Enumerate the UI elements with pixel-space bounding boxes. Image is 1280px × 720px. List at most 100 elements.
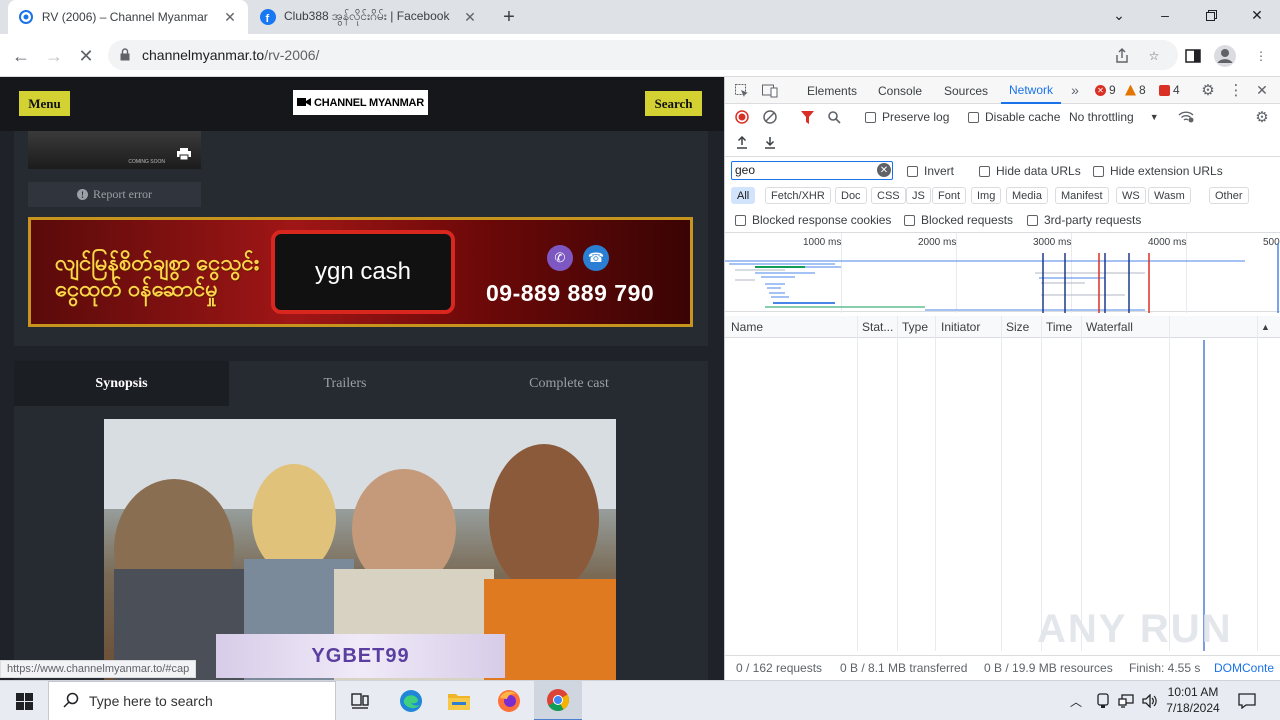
menu-button[interactable]: Menu — [19, 91, 70, 116]
checkbox-box[interactable] — [1093, 165, 1104, 177]
checkbox-box[interactable] — [865, 111, 876, 123]
print-icon[interactable] — [177, 148, 191, 163]
record-stop-icon[interactable] — [734, 109, 750, 125]
search-button[interactable]: Search — [645, 91, 702, 116]
type-filter-doc[interactable]: Doc — [835, 187, 867, 204]
address-bar[interactable]: channelmyanmar.to/rv-2006/ — [108, 40, 1178, 70]
ygn-cash-banner-ad[interactable]: လျင်မြန်စိတ်ချစွာ ငွေသွင်းငွေထုတ် ဝန်ဆော… — [28, 217, 693, 327]
profile-avatar-icon[interactable] — [1212, 43, 1238, 69]
back-icon[interactable]: ← — [8, 43, 34, 69]
devtools-tab-console[interactable]: Console — [878, 77, 922, 104]
type-filter-wasm[interactable]: Wasm — [1148, 187, 1191, 204]
type-filter-img[interactable]: Img — [971, 187, 1002, 204]
show-hidden-icons-chevron[interactable]: ︿ — [1070, 681, 1082, 720]
devtools-tab-elements[interactable]: Elements — [807, 77, 857, 104]
video-thumbnail[interactable]: COMING SOON — [28, 131, 201, 169]
devtools-more-icon[interactable]: ⋮ — [1227, 81, 1245, 99]
column-header-waterfall[interactable]: Waterfall — [1086, 320, 1133, 334]
type-filter-all[interactable]: All — [731, 187, 756, 204]
tab-channel-myanmar[interactable]: RV (2006) – Channel Myanmar ✕ — [8, 0, 248, 34]
network-filter-input[interactable]: geo — [731, 161, 893, 180]
type-filter-font[interactable]: Font — [932, 187, 967, 204]
devtools-tab-network[interactable]: Network — [1001, 77, 1062, 104]
network-settings-gear-icon[interactable]: ⚙ — [1253, 108, 1271, 126]
type-filter-css[interactable]: CSS — [871, 187, 906, 204]
network-conditions-wifi-icon[interactable] — [1177, 108, 1195, 126]
network-tray-icon[interactable] — [1118, 681, 1134, 720]
inspect-element-icon[interactable] — [733, 82, 751, 100]
tab-facebook[interactable]: f Club388 အွန်လိုင်းဂိမ်း | Facebook ✕ — [250, 0, 492, 34]
forward-icon[interactable]: → — [41, 43, 67, 69]
type-filter-js[interactable]: JS — [906, 187, 931, 204]
task-view-icon[interactable] — [336, 681, 384, 720]
taskbar-search-box[interactable]: Type here to search — [48, 681, 336, 720]
chrome-icon[interactable] — [534, 681, 582, 720]
error-count-badge[interactable]: ✕ 9 — [1095, 83, 1116, 97]
ygbet99-ad[interactable]: YGBET99 — [216, 634, 505, 678]
devtools-settings-gear-icon[interactable]: ⚙ — [1199, 81, 1217, 99]
type-filter-ws[interactable]: WS — [1116, 187, 1146, 204]
disable-cache-checkbox[interactable]: Disable cache — [968, 110, 1060, 124]
stop-loading-icon[interactable]: ✕ — [73, 43, 99, 69]
restore-icon[interactable] — [1188, 0, 1234, 30]
notifications-icon[interactable] — [1238, 681, 1256, 720]
volume-speaker-icon[interactable] — [1142, 681, 1158, 720]
close-window-icon[interactable]: ✕ — [1234, 0, 1280, 30]
checkbox-box[interactable] — [1027, 214, 1038, 226]
checkbox-box[interactable] — [979, 165, 990, 177]
warning-count-badge[interactable]: 8 — [1125, 83, 1146, 97]
close-devtools-icon[interactable]: ✕ — [1253, 81, 1271, 99]
export-har-download-icon[interactable] — [762, 134, 778, 150]
type-filter-fetch-xhr[interactable]: Fetch/XHR — [765, 187, 831, 204]
file-explorer-icon[interactable] — [435, 681, 483, 720]
side-panel-icon[interactable] — [1180, 43, 1206, 69]
column-header-status[interactable]: Stat... — [862, 320, 893, 334]
hide-extension-urls-checkbox[interactable]: Hide extension URLs — [1093, 164, 1223, 178]
blocked-requests-checkbox[interactable]: Blocked requests — [904, 213, 1013, 227]
system-clock[interactable]: 10:01 AM 7/18/2024 — [1158, 684, 1228, 716]
report-error-button[interactable]: ! Report error — [28, 182, 201, 207]
type-filter-media[interactable]: Media — [1006, 187, 1048, 204]
start-windows-icon[interactable] — [0, 681, 48, 720]
devtools-tab-sources[interactable]: Sources — [944, 77, 988, 104]
third-party-requests-checkbox[interactable]: 3rd-party requests — [1027, 213, 1141, 227]
preserve-log-checkbox[interactable]: Preserve log — [865, 110, 949, 124]
column-header-size[interactable]: Size — [1006, 320, 1029, 334]
import-har-upload-icon[interactable] — [734, 134, 750, 150]
more-tabs-chevron-icon[interactable]: » — [1067, 81, 1083, 99]
more-options-icon[interactable]: ⋮ — [1248, 43, 1274, 69]
tab-search-icon[interactable]: ⌄ — [1096, 0, 1142, 30]
type-filter-other[interactable]: Other — [1209, 187, 1249, 204]
filter-funnel-icon[interactable] — [799, 109, 815, 125]
minimize-icon[interactable]: – — [1142, 0, 1188, 30]
column-header-time[interactable]: Time — [1046, 320, 1072, 334]
sort-ascending-icon[interactable]: ▲ — [1261, 322, 1270, 332]
issues-count-badge[interactable]: 4 — [1159, 83, 1180, 97]
clear-icon[interactable] — [762, 109, 778, 125]
device-toolbar-icon[interactable] — [761, 82, 779, 100]
invert-checkbox[interactable]: Invert — [907, 164, 954, 178]
checkbox-box[interactable] — [735, 214, 746, 226]
column-header-type[interactable]: Type — [902, 320, 928, 334]
tab-complete-cast[interactable]: Complete cast — [458, 361, 680, 406]
throttling-select[interactable]: No throttling ▼ — [1069, 110, 1159, 124]
firefox-icon[interactable] — [485, 681, 533, 720]
column-header-name[interactable]: Name — [731, 320, 763, 334]
new-tab-button[interactable]: + — [498, 6, 520, 28]
share-icon[interactable] — [1109, 43, 1135, 69]
tray-app-icon[interactable] — [1096, 681, 1110, 720]
search-icon[interactable] — [826, 109, 842, 125]
bookmark-star-icon[interactable]: ☆ — [1141, 43, 1167, 69]
checkbox-box[interactable] — [907, 165, 918, 177]
hide-data-urls-checkbox[interactable]: Hide data URLs — [979, 164, 1081, 178]
site-logo[interactable]: CHANNEL MYANMAR — [293, 90, 428, 115]
clear-filter-icon[interactable]: ✕ — [877, 163, 891, 177]
close-tab-icon[interactable]: ✕ — [222, 9, 238, 25]
type-filter-manifest[interactable]: Manifest — [1055, 187, 1109, 204]
checkbox-box[interactable] — [968, 111, 979, 123]
column-header-initiator[interactable]: Initiator — [941, 320, 980, 334]
network-overview-timeline[interactable]: 1000 ms 2000 ms 3000 ms 4000 ms 500 — [725, 232, 1280, 313]
checkbox-box[interactable] — [904, 214, 915, 226]
tab-synopsis[interactable]: Synopsis — [14, 361, 229, 406]
blocked-response-cookies-checkbox[interactable]: Blocked response cookies — [735, 213, 891, 227]
